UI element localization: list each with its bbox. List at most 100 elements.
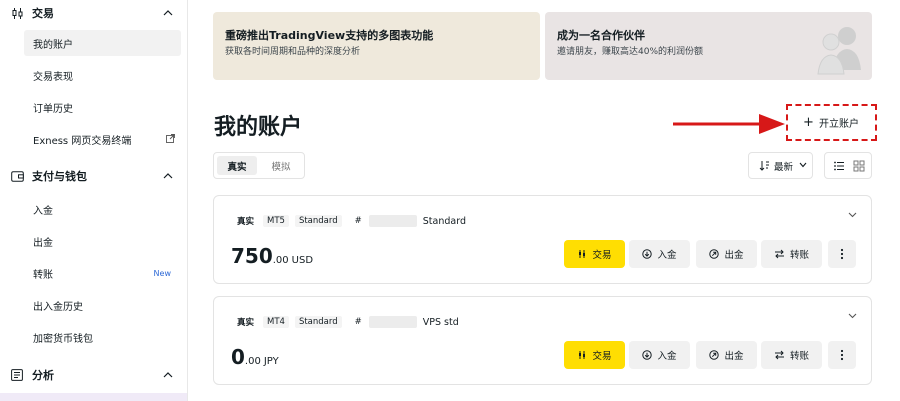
account-number-prefix: # [354, 216, 362, 226]
account-type-tag: 真实 [237, 318, 255, 328]
sidebar-item-label: 转账 [33, 269, 53, 281]
sidebar-item-transaction-history[interactable]: 出入金历史 [24, 292, 181, 318]
sort-label: 最新 [774, 161, 794, 173]
open-account-button[interactable]: + 开立账户 [790, 109, 872, 135]
sidebar-item-withdraw[interactable]: 出金 [24, 228, 181, 254]
sidebar-item-label: 交易表现 [33, 71, 73, 83]
multichart-banner[interactable]: 重磅推出TradingView支持的多图表功能 获取各时间周期和品种的深度分析 [213, 12, 540, 80]
account-kind-tag: Standard [294, 316, 342, 328]
account-kind-tag: Standard [294, 215, 342, 227]
sidebar-highlight-strip [0, 393, 187, 401]
tab-demo[interactable]: 模拟 [261, 156, 301, 175]
sidebar-section-analytics[interactable]: 分析 [0, 362, 188, 388]
grid-view-icon[interactable] [853, 160, 865, 172]
plus-icon: + [803, 114, 814, 130]
account-card: 真实 MT5 Standard # Standard 750 .00 USD 交… [213, 195, 872, 284]
account-tags: 真实 MT5 Standard # Standard [234, 214, 466, 228]
candlestick-icon [577, 350, 587, 360]
account-name: VPS std [422, 316, 459, 328]
list-view-icon[interactable] [833, 160, 845, 172]
platform-tag: MT4 [263, 316, 289, 328]
withdraw-label: 出金 [724, 351, 744, 362]
trade-button[interactable]: 交易 [564, 341, 625, 369]
deposit-button[interactable]: 入金 [629, 240, 690, 268]
withdraw-button[interactable]: 出金 [696, 341, 757, 369]
account-number-prefix: # [354, 317, 362, 327]
account-balance: 750 .00 USD [231, 244, 313, 268]
balance-currency: JPY [263, 356, 279, 367]
deposit-label: 入金 [657, 250, 677, 261]
new-badge: New [153, 268, 171, 278]
sidebar-section-payments[interactable]: 支付与钱包 [0, 163, 188, 189]
balance-integer: 750 [231, 244, 273, 268]
withdraw-icon [709, 350, 720, 360]
sidebar-item-order-history[interactable]: 订单历史 [24, 94, 181, 120]
chevron-up-icon [163, 171, 173, 181]
chevron-up-icon [163, 370, 173, 380]
sidebar-item-my-accounts[interactable]: 我的账户 [24, 30, 181, 56]
transfer-button[interactable]: 转账 [761, 341, 822, 369]
account-card: 真实 MT4 Standard # VPS std 0 .00 JPY 交易 入… [213, 296, 872, 385]
view-toggle [824, 152, 872, 179]
sidebar-section-label: 交易 [32, 7, 54, 20]
sidebar: 交易 我的账户 交易表现 订单历史 Exness 网页交易终端 支付与钱包 入金… [0, 0, 188, 401]
balance-currency: USD [291, 255, 314, 266]
transfer-icon [774, 350, 785, 360]
transfer-label: 转账 [789, 351, 809, 362]
withdraw-label: 出金 [724, 250, 744, 261]
page-title: 我的账户 [214, 115, 303, 140]
balance-decimal: .00 [244, 356, 261, 367]
banner-subtitle: 获取各时间周期和品种的深度分析 [225, 47, 361, 57]
partner-banner[interactable]: 成为一名合作伙伴 邀请朋友，赚取高达40%的利润份额 [545, 12, 872, 80]
redacted-account-number [368, 215, 417, 227]
balance-integer: 0 [231, 345, 245, 369]
more-options-button[interactable] [828, 240, 856, 268]
tab-real[interactable]: 真实 [217, 156, 257, 175]
people-icon [817, 27, 861, 75]
candlestick-icon [10, 6, 24, 20]
balance-decimal: .00 [272, 255, 289, 266]
account-type-tag: 真实 [237, 217, 255, 227]
sidebar-section-label: 分析 [32, 369, 54, 382]
more-vertical-icon [840, 248, 844, 260]
sidebar-item-label: 出入金历史 [33, 301, 83, 313]
sidebar-item-transfer[interactable]: 转账 New [24, 260, 181, 286]
account-name: Standard [422, 215, 466, 227]
chevron-up-icon [163, 8, 173, 18]
sidebar-item-label: 入金 [33, 205, 53, 217]
chevron-down-icon[interactable] [848, 212, 857, 218]
sidebar-item-performance[interactable]: 交易表现 [24, 62, 181, 88]
sidebar-section-trading[interactable]: 交易 [0, 0, 188, 26]
external-link-icon [166, 134, 175, 146]
open-account-label: 开立账户 [818, 118, 859, 130]
sort-dropdown[interactable]: 最新 [748, 152, 813, 179]
wallet-icon [10, 169, 24, 183]
deposit-icon [642, 350, 653, 360]
trade-label: 交易 [592, 250, 612, 261]
red-arrow-annotation [673, 114, 785, 134]
sidebar-item-label: 加密货币钱包 [33, 333, 93, 345]
redacted-account-number [368, 316, 417, 328]
sidebar-item-label: 订单历史 [33, 103, 73, 115]
trade-button[interactable]: 交易 [564, 240, 625, 268]
banner-title: 成为一名合作伙伴 [557, 29, 645, 42]
sidebar-item-label: 我的账户 [33, 39, 73, 51]
account-type-tabs: 真实 模拟 [213, 152, 305, 179]
trade-label: 交易 [592, 351, 612, 362]
deposit-icon [642, 249, 653, 259]
more-options-button[interactable] [828, 341, 856, 369]
deposit-label: 入金 [657, 351, 677, 362]
chevron-down-icon[interactable] [848, 313, 857, 319]
sidebar-item-deposit[interactable]: 入金 [24, 196, 181, 222]
candlestick-icon [577, 249, 587, 259]
sidebar-item-web-terminal[interactable]: Exness 网页交易终端 [24, 126, 181, 152]
banner-title: 重磅推出TradingView支持的多图表功能 [225, 29, 434, 42]
transfer-button[interactable]: 转账 [761, 240, 822, 268]
chevron-down-icon [799, 162, 807, 168]
sidebar-item-crypto-wallet[interactable]: 加密货币钱包 [24, 324, 181, 350]
transfer-icon [774, 249, 785, 259]
sidebar-section-label: 支付与钱包 [32, 170, 87, 183]
account-balance: 0 .00 JPY [231, 345, 279, 369]
withdraw-button[interactable]: 出金 [696, 240, 757, 268]
deposit-button[interactable]: 入金 [629, 341, 690, 369]
